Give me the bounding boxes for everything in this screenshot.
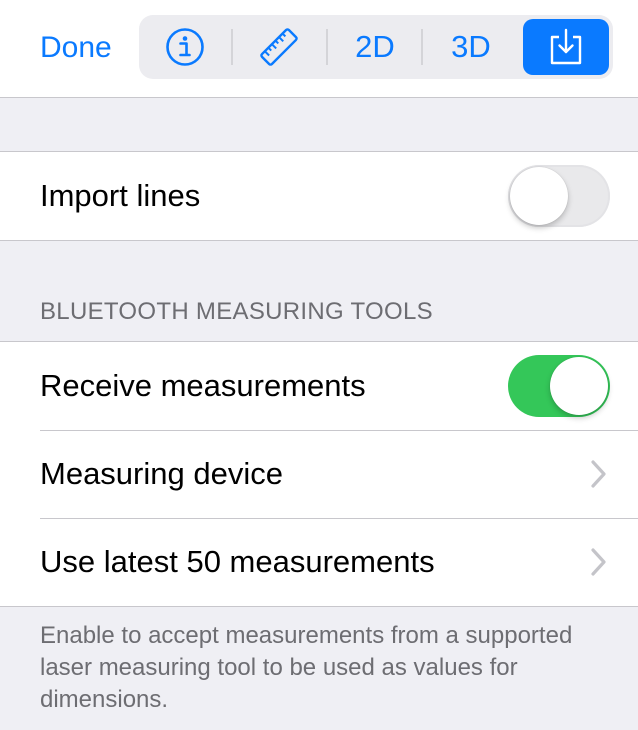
import-lines-row: Import lines [0, 152, 638, 240]
latest-measurements-label: Use latest 50 measurements [40, 544, 435, 579]
import-lines-label: Import lines [40, 178, 201, 213]
3d-segment[interactable]: 3D [423, 15, 519, 79]
measure-segment[interactable] [233, 15, 325, 79]
toggle-knob [550, 357, 608, 415]
bluetooth-settings-group: Receive measurements Measuring device Us… [0, 341, 638, 607]
ruler-icon [260, 28, 298, 66]
bluetooth-section-header: BLUETOOTH MEASURING TOOLS [40, 298, 433, 325]
receive-measurements-label: Receive measurements [40, 368, 366, 403]
chevron-right-icon [591, 460, 606, 488]
navigation-bar: Done 2D 3D [0, 0, 638, 98]
import-lines-toggle[interactable] [508, 165, 610, 227]
view-mode-segmented-control: 2D 3D [139, 15, 613, 79]
receive-measurements-row: Receive measurements [0, 342, 638, 430]
measuring-device-label: Measuring device [40, 456, 283, 491]
info-segment[interactable] [139, 15, 231, 79]
receive-measurements-toggle[interactable] [508, 355, 610, 417]
2d-segment[interactable]: 2D [327, 15, 423, 79]
toggle-knob [510, 167, 568, 225]
import-settings-group: Import lines [0, 151, 638, 241]
import-export-segment[interactable] [523, 19, 609, 75]
info-circle-icon [166, 28, 204, 66]
import-tray-icon [550, 28, 582, 65]
bluetooth-section-footer: Enable to accept measurements from a sup… [40, 622, 573, 713]
latest-measurements-row[interactable]: Use latest 50 measurements [0, 518, 638, 606]
chevron-right-icon [591, 548, 606, 576]
done-button[interactable]: Done [40, 28, 112, 68]
measuring-device-row[interactable]: Measuring device [0, 430, 638, 518]
